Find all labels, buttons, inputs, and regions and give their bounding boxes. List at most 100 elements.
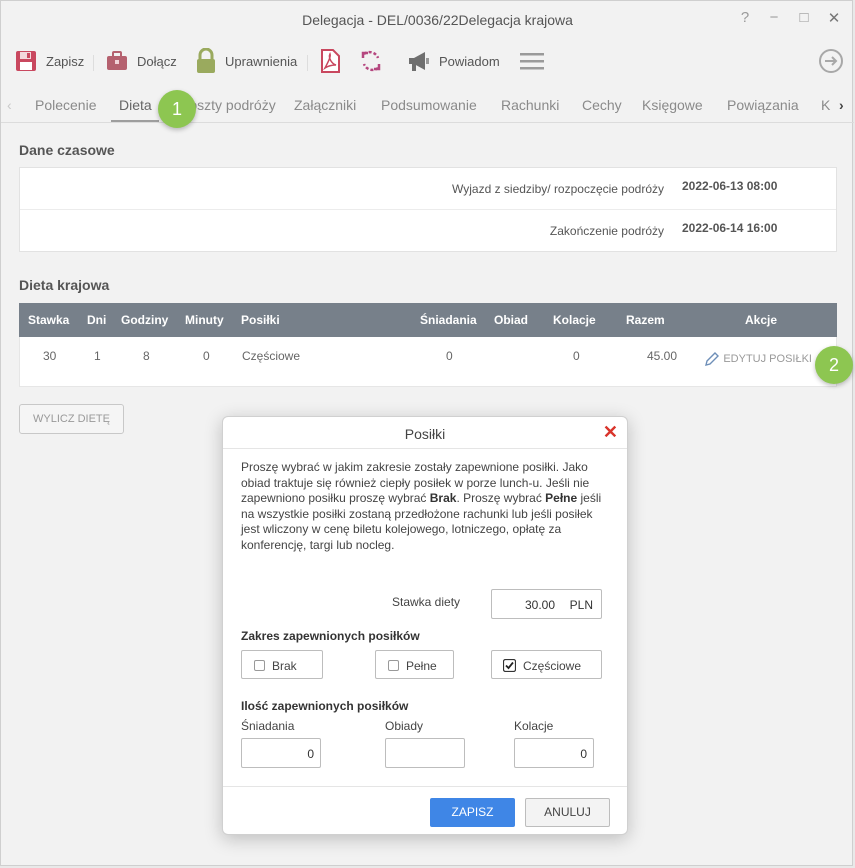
checkbox-unchecked-icon [254,660,265,671]
rate-label: Stawka diety [392,595,461,609]
refresh-icon [361,50,381,72]
toolbar-divider [93,55,94,71]
cell-dinners: 0 [573,349,580,363]
diet-table-header: Stawka Dni Godziny Minuty Posiłki Śniada… [19,303,837,337]
calculate-diet-button[interactable]: WYLICZ DIETĘ [19,404,124,434]
dinners-label: Kolacje [514,719,554,733]
checkbox-checked-icon [503,659,516,672]
window-title: Delegacja - DEL/0036/22Delegacja krajowa [302,12,573,28]
rate-currency: PLN [569,598,593,612]
cell-hours: 8 [143,349,150,363]
col-hours: Godziny [121,313,169,327]
help-icon[interactable]: ? [735,9,755,26]
attach-button[interactable]: Dołącz [105,46,177,76]
col-days: Dni [87,313,107,327]
tab-zalaczniki[interactable]: Załączniki [294,97,356,113]
dialog-footer-divider [223,786,627,787]
delegation-window: Delegacja - DEL/0036/22Delegacja krajowa… [0,0,854,866]
option-czesciowe-label: Częściowe [523,659,582,673]
maximize-icon[interactable]: □ [794,9,814,26]
dinners-input[interactable]: 0 [514,738,594,768]
pencil-icon [705,352,719,366]
floppy-disk-icon [16,51,36,71]
edit-meals-label: EDYTUJ POSIŁKI [723,353,812,365]
checkbox-unchecked-icon [388,660,399,671]
edit-meals-action[interactable]: EDYTUJ POSIŁKI [704,351,812,367]
col-rate: Stawka [28,313,70,327]
menu-button[interactable] [519,46,545,76]
tab-bar: ‹ Polecenie Dieta Koszty podróży Załączn… [1,87,854,123]
dinners-value: 0 [580,747,587,761]
option-pelne-label: Pełne [406,659,437,673]
departure-value: 2022-06-13 08:00 [682,179,778,193]
active-tab-indicator [111,120,159,122]
option-brak-label: Brak [272,659,297,673]
minimize-icon[interactable]: − [764,9,784,26]
col-meals: Posiłki [241,313,280,327]
cell-breakfasts: 0 [446,349,453,363]
close-dialog-icon[interactable]: ✕ [603,422,618,443]
tab-dieta[interactable]: Dieta [119,97,152,113]
tab-more[interactable]: K [821,97,830,113]
tab-cechy[interactable]: Cechy [582,97,622,113]
breakfasts-value: 0 [307,747,314,761]
col-breakfasts: Śniadania [420,313,477,327]
refresh-button[interactable] [360,46,382,76]
toolbar: Zapisz Dołącz Uprawnienia Powiadom [1,41,854,81]
step-badge-2: 2 [815,346,853,384]
return-row: Zakończenie podróży 2022-06-14 16:00 [20,210,836,252]
col-actions: Akcje [745,313,778,327]
tab-rachunki[interactable]: Rachunki [501,97,559,113]
lock-icon [197,48,215,73]
title-bar: Delegacja - DEL/0036/22Delegacja krajowa… [1,1,854,39]
pdf-icon [321,49,340,73]
meals-dialog: Posiłki ✕ Proszę wybrać w jakim zakresie… [222,416,628,835]
attach-label: Dołącz [137,53,177,69]
tab-scroll-left-icon[interactable]: ‹ [7,97,12,113]
cell-minutes: 0 [203,349,210,363]
cell-meals: Częściowe [242,349,301,363]
megaphone-icon [409,52,429,71]
breakfasts-input[interactable]: 0 [241,738,321,768]
dialog-cancel-button[interactable]: ANULUJ [525,798,610,827]
option-pelne[interactable]: Pełne [375,650,454,679]
dialog-description: Proszę wybrać w jakim zakresie zostały z… [241,460,602,552]
tab-ksiegowe[interactable]: Księgowe [642,97,703,113]
exit-arrow-icon [819,49,843,73]
time-section-title: Dane czasowe [19,142,115,158]
return-value: 2022-06-14 16:00 [682,221,778,235]
toolbar-divider [307,55,308,71]
lunches-input[interactable] [385,738,465,768]
pdf-button[interactable] [319,46,341,76]
rate-input[interactable]: 30.00 PLN [491,589,602,619]
cell-rate: 30 [43,349,57,363]
cell-days: 1 [94,349,101,363]
tab-powiazania[interactable]: Powiązania [727,97,799,113]
close-window-icon[interactable]: ✕ [824,9,844,27]
scope-title: Zakres zapewnionych posiłków [241,629,420,643]
notify-label: Powiadom [439,53,500,69]
tab-podsumowanie[interactable]: Podsumowanie [381,97,477,113]
exit-button[interactable] [818,46,844,76]
permissions-label: Uprawnienia [225,53,298,69]
save-label: Zapisz [46,53,85,69]
time-card: Wyjazd z siedziby/ rozpoczęcie podróży 2… [19,167,837,252]
tab-scroll-right-icon[interactable]: › [839,97,844,113]
breakfasts-label: Śniadania [241,719,295,733]
tab-polecenie[interactable]: Polecenie [35,97,97,113]
option-brak[interactable]: Brak [241,650,323,679]
permissions-button[interactable]: Uprawnienia [195,46,297,76]
departure-row: Wyjazd z siedziby/ rozpoczęcie podróży 2… [20,168,836,210]
col-total: Razem [626,313,665,327]
table-row: 30 1 8 0 Częściowe 0 0 45.00 EDYTUJ POSI… [19,337,837,387]
rate-value: 30.00 [524,598,555,612]
option-czesciowe[interactable]: Częściowe [491,650,602,679]
col-minutes: Minuty [185,313,224,327]
count-title: Ilość zapewnionych posiłków [241,699,409,713]
hamburger-menu-icon [520,53,544,70]
dialog-save-button[interactable]: ZAPISZ [430,798,515,827]
save-button[interactable]: Zapisz [14,46,84,76]
return-label: Zakończenie podróży [549,224,664,238]
notify-button[interactable]: Powiadom [407,46,500,76]
diet-section-title: Dieta krajowa [19,277,110,293]
